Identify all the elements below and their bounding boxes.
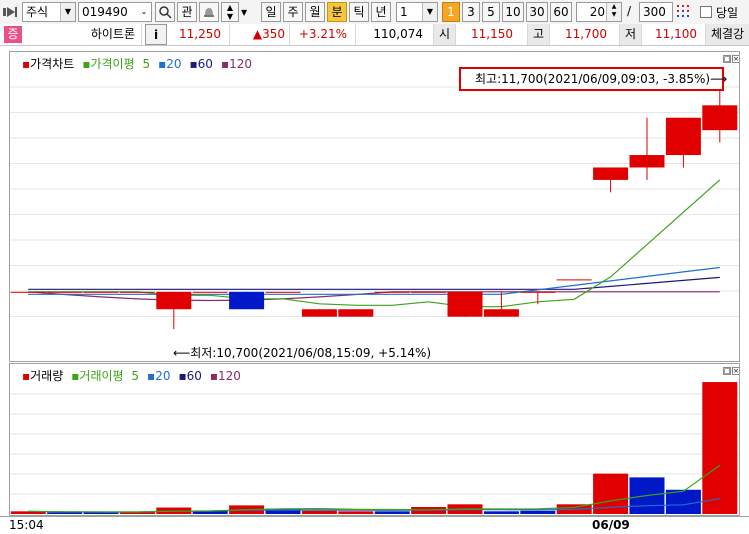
candle-body [83,291,119,293]
candle-body [374,291,410,293]
low-price: 11,100 [642,24,706,45]
period-year[interactable]: 년 [371,2,391,22]
total-count-value: 300 [643,5,666,19]
ma60-line [28,276,720,290]
candle-body [556,279,592,281]
high-label: 고 [528,24,550,45]
volume-bar [665,489,701,514]
high-price: 11,700 [550,24,620,45]
stepper-icon: ▲ ▼ [606,3,621,21]
quick-interval-5[interactable]: 5 [482,2,500,22]
candle-body [338,309,374,317]
search-button[interactable] [155,2,175,22]
total-count-input[interactable]: 300 [639,2,673,22]
period-minute[interactable]: 분 [327,2,347,22]
quick-interval-60[interactable]: 60 [550,2,572,22]
count-separator: / [627,4,632,18]
quick-interval-30[interactable]: 30 [526,2,548,22]
ma5-line [28,179,721,308]
quote-bar: 증 하이트론 i 11,250 ▲350 +3.21% 110,074 시 11… [0,24,749,46]
count-value: 20 [589,5,605,19]
low-annotation: ⟵최저:10,700(2021/06/08,15:09, +5.14%) [173,344,432,361]
volume-bar [301,510,337,514]
volume-bar [83,512,119,514]
quick-interval-10[interactable]: 10 [502,2,524,22]
market-select[interactable]: 주식 ▼ [22,2,76,22]
trade-volume: 110,074 [356,24,434,45]
period-month[interactable]: 월 [305,2,325,22]
interval-select[interactable]: 1 ▼ [396,2,438,22]
candle-body [520,291,556,293]
quick-interval-1[interactable]: 1 [442,2,460,22]
chart-toolbar: 주식 ▼ 019490 ⌄ 관 ▲ ▼ ▼ 일 주 월 분 틱 년 1 ▼ 1 3… [0,0,749,25]
period-week[interactable]: 주 [283,2,303,22]
chevron-down-icon: ⌄ [137,3,151,21]
stock-name: 하이트론 [24,24,142,45]
candle-body [411,291,447,293]
volume-chart-canvas [10,382,739,514]
candle-body [702,105,738,131]
candle-body [665,117,701,156]
volume-bar [483,511,519,514]
candle-body [301,309,337,317]
volume-bar [47,512,83,514]
candle-body [47,291,83,293]
volume-bar [338,511,374,514]
change-percent: +3.21% [290,24,356,45]
candle-body [593,167,629,180]
period-day[interactable]: 일 [261,2,281,22]
time-axis-start: 15:04 [9,518,44,532]
stock-code-value: 019490 [82,5,128,19]
count-stepper[interactable]: 20 ▲ ▼ [576,2,622,22]
volume-bar [520,510,556,514]
scroll-stepper[interactable]: ▲ ▼ [221,2,239,22]
market-select-value: 주식 [26,5,49,19]
candle-body [629,155,665,168]
price-change: ▲350 [230,24,290,45]
current-price: 11,250 [170,24,230,45]
link-arrow-icon[interactable] [3,5,19,19]
candle-body [192,291,228,293]
volume-bar [702,382,738,514]
high-annotation: 최고:11,700(2021/06/09,09:03, -3.85%)⟶ [459,67,727,91]
time-axis: 15:04 06/09 [0,516,749,534]
chevron-down-icon[interactable]: ▼ [241,8,247,17]
time-axis-date: 06/09 [592,518,630,532]
candle-body [447,291,483,317]
chevron-down-icon: ▼ [422,3,437,21]
interval-select-value: 1 [400,5,408,19]
candle-body [10,291,46,293]
candle-body [156,291,192,310]
open-price: 11,150 [456,24,528,45]
period-tick[interactable]: 틱 [349,2,369,22]
info-button[interactable]: i [145,24,167,45]
candle-body [265,291,301,293]
stock-badge: 증 [4,26,22,43]
candle-body [119,291,155,293]
dots-grid-icon[interactable] [676,4,690,18]
watch-button[interactable]: 관 [177,2,197,22]
today-checkbox[interactable] [700,6,712,18]
exec-strength-label: 체결강 [706,24,749,45]
candle-body [483,309,519,317]
chevron-down-icon: ▼ [60,3,75,21]
ma120-line [28,291,720,302]
low-label: 저 [620,24,642,45]
open-label: 시 [434,24,456,45]
candle-body [229,291,265,310]
volume-bar [374,511,410,514]
price-chart-canvas [10,80,739,330]
search-icon [159,6,172,19]
bell-icon [204,8,214,17]
today-label: 당일 [716,6,739,20]
quick-interval-3[interactable]: 3 [462,2,480,22]
bell-button[interactable] [199,2,219,22]
stock-code-input[interactable]: 019490 ⌄ [78,2,152,22]
